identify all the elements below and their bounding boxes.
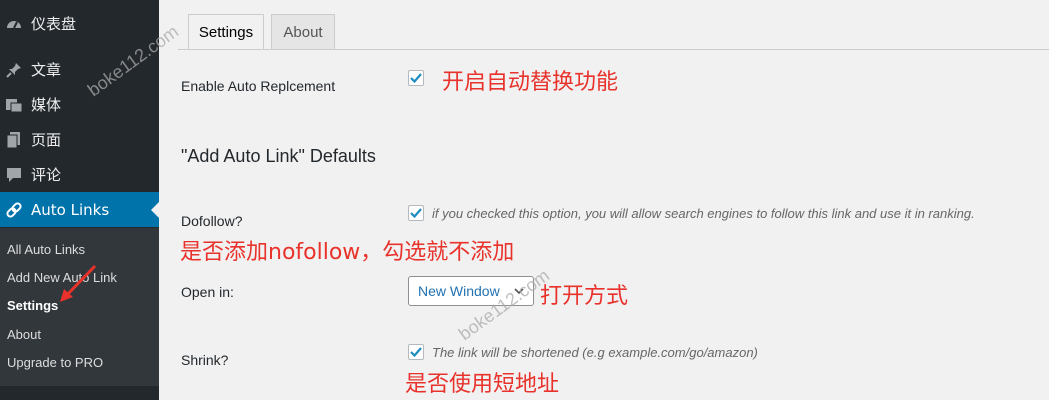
tab-divider	[178, 49, 1049, 50]
link-icon	[4, 200, 24, 220]
submenu-settings[interactable]: Settings	[7, 298, 58, 313]
tab-settings[interactable]: Settings	[188, 14, 264, 50]
shrink-checkbox[interactable]	[408, 344, 424, 360]
submenu-all-auto-links[interactable]: All Auto Links	[7, 242, 85, 257]
checkmark-icon	[410, 347, 422, 358]
menu-item-label: 媒体	[31, 96, 62, 114]
auto-links-submenu: All Auto Links Add New Auto Link Setting…	[0, 228, 159, 386]
annotation-arrow-icon	[60, 264, 97, 302]
submenu-upgrade-to-pro[interactable]: Upgrade to PRO	[7, 355, 103, 370]
dashboard-icon	[4, 14, 24, 34]
annotation-dofollow: 是否添加nofollow，勾选就不添加	[180, 240, 515, 265]
menu-item-pages[interactable]: 页面	[0, 122, 159, 157]
annotation-open-in: 打开方式	[540, 284, 629, 309]
dofollow-checkbox[interactable]	[408, 205, 424, 221]
menu-item-auto-links[interactable]: Auto Links	[0, 192, 159, 227]
menu-item-label: 页面	[31, 131, 62, 149]
pin-icon	[4, 60, 24, 80]
media-icon	[4, 95, 24, 115]
annotation-enable: 开启自动替换功能	[442, 70, 619, 95]
open-in-selected-value: New Window	[418, 283, 500, 299]
shrink-description: The link will be shortened (e.g example.…	[432, 345, 758, 360]
menu-item-label: 评论	[31, 166, 62, 184]
menu-item-label: Auto Links	[31, 200, 110, 219]
open-in-label: Open in:	[181, 284, 234, 300]
annotation-shrink: 是否使用短地址	[405, 372, 560, 397]
submenu-about[interactable]: About	[7, 327, 41, 342]
checkmark-icon	[410, 73, 422, 84]
enable-auto-replacement-checkbox[interactable]	[408, 70, 424, 86]
enable-auto-replacement-label: Enable Auto Replcement	[181, 78, 336, 94]
menu-item-media[interactable]: 媒体	[0, 87, 159, 122]
tab-about[interactable]: About	[271, 14, 335, 50]
menu-item-dashboard[interactable]: 仪表盘	[0, 6, 159, 41]
menu-item-label: 文章	[31, 61, 62, 79]
shrink-label: Shrink?	[181, 352, 229, 368]
menu-item-label: 仪表盘	[31, 15, 77, 33]
dofollow-description: if you checked this option, you will all…	[432, 206, 975, 221]
section-title: "Add Auto Link" Defaults	[181, 146, 376, 166]
menu-item-comments[interactable]: 评论	[0, 157, 159, 192]
dofollow-label: Dofollow?	[181, 213, 243, 229]
pages-icon	[4, 130, 24, 150]
comment-icon	[4, 165, 24, 185]
checkmark-icon	[410, 208, 422, 219]
